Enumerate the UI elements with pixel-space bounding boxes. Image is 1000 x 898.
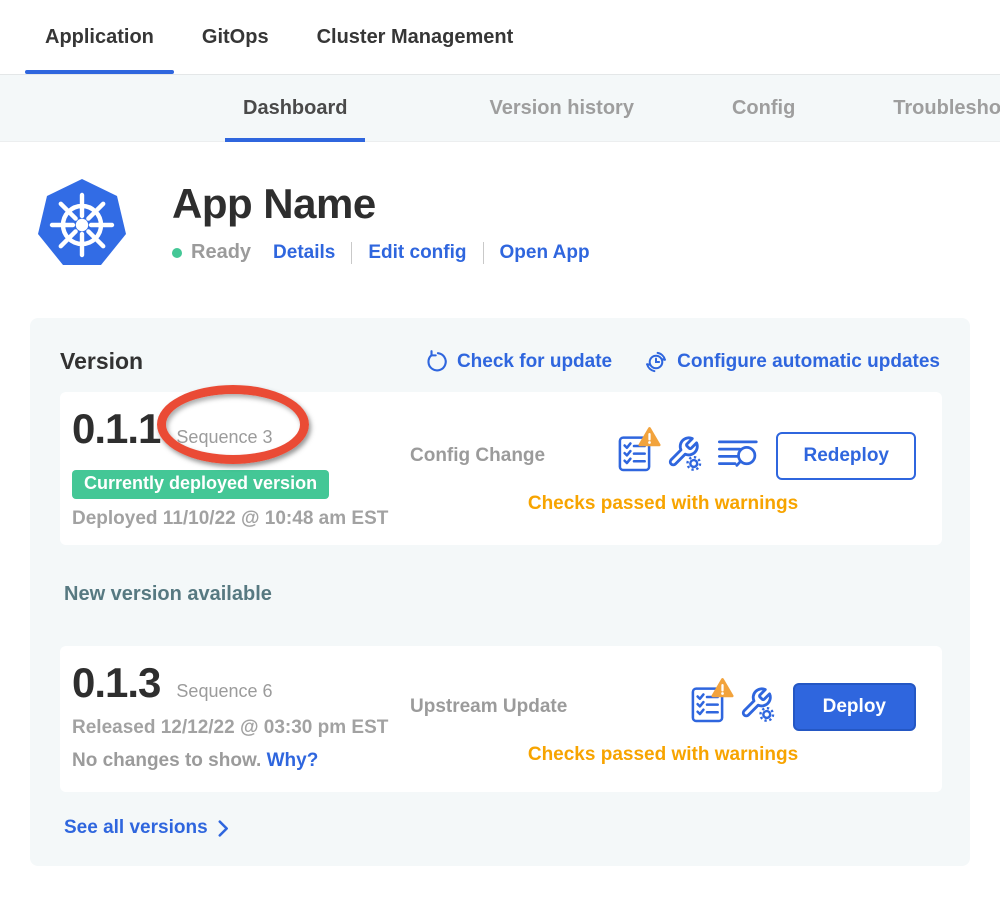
open-app-link[interactable]: Open App [500,242,590,264]
tab-version-history[interactable]: Version history [471,74,652,142]
deployed-timestamp: Deployed 11/10/22 @ 10:48 am EST [72,508,410,530]
current-sequence-label: Sequence 3 [176,427,272,448]
check-for-update-label: Check for update [457,351,612,373]
available-checks-status: Checks passed with warnings [410,744,916,766]
kubernetes-logo [37,178,127,268]
released-timestamp: Released 12/12/22 @ 03:30 pm EST [72,717,410,739]
new-version-available-heading: New version available [64,583,940,606]
page-title: App Name [172,180,590,228]
check-for-update-button[interactable]: Check for update [425,350,612,373]
see-all-versions-link[interactable]: See all versions [64,817,940,839]
nav-tab-cluster-management[interactable]: Cluster Management [297,0,534,74]
divider [483,242,484,264]
details-link[interactable]: Details [273,242,335,264]
see-all-versions-label: See all versions [64,817,208,839]
preflight-checks-icon[interactable] [691,686,724,728]
preflight-checks-icon[interactable] [618,435,651,477]
status-badge: Ready [191,241,251,264]
current-checks-status: Checks passed with warnings [410,493,916,515]
available-sequence-label: Sequence 6 [176,681,272,702]
available-version-card: 0.1.3 Sequence 6 Released 12/12/22 @ 03:… [60,646,942,792]
nav-tab-gitops[interactable]: GitOps [182,0,289,74]
nav-tab-application[interactable]: Application [25,0,174,74]
status-ready-dot [172,248,182,258]
edit-config-link[interactable]: Edit config [368,242,466,264]
tab-config[interactable]: Config [714,74,813,142]
primary-nav: Application GitOps Cluster Management [0,0,1000,74]
version-panel: Version Check for update Configure [30,318,970,866]
clock-cycle-icon [644,350,668,374]
currently-deployed-badge: Currently deployed version [72,470,329,499]
no-changes-text: No changes to show. [72,750,261,771]
configure-automatic-updates-label: Configure automatic updates [677,351,940,373]
deploy-button[interactable]: Deploy [793,683,916,731]
chevron-right-icon [218,820,229,837]
available-source-label: Upstream Update [410,696,567,718]
redeploy-button[interactable]: Redeploy [776,432,916,480]
current-source-label: Config Change [410,445,545,467]
app-header: App Name Ready Details Edit config Open … [37,178,1000,268]
current-version-number: 0.1.1 [72,406,160,451]
tab-dashboard[interactable]: Dashboard [225,74,365,142]
refresh-icon [425,350,448,373]
lines-magnifier-icon[interactable] [718,439,759,473]
why-link[interactable]: Why? [267,750,319,771]
divider [351,242,352,264]
available-version-number: 0.1.3 [72,660,160,705]
current-version-card: 0.1.1 Sequence 3 Currently deployed vers… [60,392,942,545]
wrench-gear-icon[interactable] [739,686,776,728]
tab-troubleshoot[interactable]: Troubleshoot [875,74,1000,142]
wrench-gear-icon[interactable] [666,435,703,477]
warning-triangle-icon [638,426,661,447]
app-sub-nav: Dashboard Version history Config Trouble… [0,74,1000,142]
warning-triangle-icon [711,677,734,698]
version-heading: Version [60,348,143,375]
configure-automatic-updates-button[interactable]: Configure automatic updates [644,350,940,374]
